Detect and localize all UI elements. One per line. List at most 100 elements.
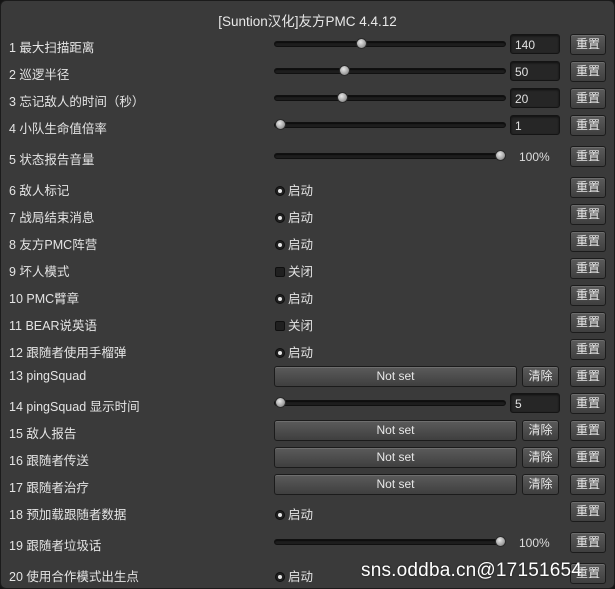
toggle-off-icon[interactable]	[275, 321, 285, 331]
slider-thumb[interactable]	[275, 119, 286, 130]
setting-label: 19 跟随者垃圾话	[9, 539, 102, 553]
volume-percent: 100%	[519, 150, 550, 164]
toggle-state-label: 启动	[288, 292, 314, 306]
keybind-button[interactable]: Not set	[274, 447, 517, 468]
setting-toggle[interactable]: 关闭	[275, 315, 313, 334]
setting-slider[interactable]	[274, 60, 506, 82]
clear-button[interactable]: 清除	[522, 366, 559, 387]
toggle-on-icon[interactable]	[275, 213, 285, 223]
toggle-on-icon[interactable]	[275, 186, 285, 196]
setting-label: 11 BEAR说英语	[9, 319, 97, 333]
setting-row: 12 跟随者使用手榴弹 启动 重置	[1, 336, 614, 363]
setting-slider[interactable]	[274, 33, 506, 55]
reset-button[interactable]: 重置	[570, 88, 606, 109]
setting-label: 17 跟随者治疗	[9, 481, 89, 495]
value-input[interactable]: 50	[510, 61, 560, 81]
setting-row: 9 坏人模式 关闭 重置	[1, 255, 614, 282]
toggle-on-icon[interactable]	[275, 572, 285, 582]
setting-toggle[interactable]: 启动	[275, 207, 313, 226]
reset-button[interactable]: 重置	[570, 312, 606, 333]
reset-button[interactable]: 重置	[570, 115, 606, 136]
reset-button[interactable]: 重置	[570, 146, 606, 167]
setting-row: 8 友方PMC阵营 启动 重置	[1, 228, 614, 255]
toggle-on-icon[interactable]	[275, 240, 285, 250]
toggle-on-icon[interactable]	[275, 348, 285, 358]
setting-row: 17 跟随者治疗 Not set 清除 重置	[1, 471, 614, 498]
reset-button[interactable]: 重置	[570, 285, 606, 306]
reset-button[interactable]: 重置	[570, 339, 606, 360]
toggle-state-label: 关闭	[288, 319, 314, 333]
value-input[interactable]: 20	[510, 88, 560, 108]
reset-button[interactable]: 重置	[570, 61, 606, 82]
clear-button[interactable]: 清除	[522, 474, 559, 495]
toggle-off-icon[interactable]	[275, 267, 285, 277]
setting-toggle[interactable]: 启动	[275, 180, 313, 199]
setting-toggle[interactable]: 启动	[275, 342, 313, 361]
setting-row: 14 pingSquad 显示时间 5 重置	[1, 390, 614, 417]
setting-slider[interactable]	[274, 114, 506, 136]
value-input[interactable]: 140	[510, 34, 560, 54]
value-input[interactable]: 5	[510, 393, 560, 413]
setting-slider[interactable]	[274, 392, 506, 414]
slider-thumb[interactable]	[336, 92, 348, 103]
keybind-button[interactable]: Not set	[274, 474, 517, 495]
setting-row: 15 敌人报告 Not set 清除 重置	[1, 417, 614, 444]
slider-thumb[interactable]	[275, 397, 286, 408]
setting-toggle[interactable]: 启动	[275, 234, 313, 253]
slider-track[interactable]	[274, 122, 506, 128]
reset-button[interactable]: 重置	[570, 177, 606, 198]
slider-track[interactable]	[274, 41, 506, 47]
setting-slider[interactable]	[274, 145, 506, 167]
slider-thumb[interactable]	[338, 65, 350, 76]
reset-button[interactable]: 重置	[570, 393, 606, 414]
reset-button[interactable]: 重置	[570, 231, 606, 252]
reset-button[interactable]: 重置	[570, 501, 606, 522]
keybind-button[interactable]: Not set	[274, 420, 517, 441]
toggle-state-label: 启动	[288, 508, 314, 522]
slider-track[interactable]	[274, 95, 506, 101]
setting-label: 12 跟随者使用手榴弹	[9, 346, 127, 360]
toggle-on-icon[interactable]	[275, 294, 285, 304]
toggle-state-label: 启动	[288, 346, 314, 360]
reset-button[interactable]: 重置	[570, 204, 606, 225]
clear-button[interactable]: 清除	[522, 447, 559, 468]
slider-thumb[interactable]	[356, 38, 368, 49]
setting-toggle[interactable]: 启动	[275, 504, 313, 523]
setting-label: 18 预加载跟随者数据	[9, 508, 127, 522]
setting-label: 16 跟随者传送	[9, 454, 89, 468]
slider-thumb[interactable]	[495, 536, 506, 547]
slider-track[interactable]	[274, 68, 506, 74]
setting-toggle[interactable]: 启动	[275, 566, 313, 585]
toggle-state-label: 启动	[288, 238, 314, 252]
setting-row: 2 巡逻半径 50 重置	[1, 58, 614, 85]
value-input[interactable]: 1	[510, 115, 560, 135]
setting-label: 20 使用合作模式出生点	[9, 570, 139, 584]
setting-row: 1 最大扫描距离 140 重置	[1, 31, 614, 58]
reset-button[interactable]: 重置	[570, 420, 606, 441]
setting-row: 7 战局结束消息 启动 重置	[1, 201, 614, 228]
reset-button[interactable]: 重置	[570, 532, 606, 553]
slider-thumb[interactable]	[495, 150, 506, 161]
toggle-on-icon[interactable]	[275, 510, 285, 520]
reset-button[interactable]: 重置	[570, 258, 606, 279]
setting-row: 10 PMC臂章 启动 重置	[1, 282, 614, 309]
slider-track[interactable]	[274, 153, 506, 159]
reset-button[interactable]: 重置	[570, 474, 606, 495]
setting-label: 1 最大扫描距离	[9, 41, 95, 55]
reset-button[interactable]: 重置	[570, 34, 606, 55]
reset-button[interactable]: 重置	[570, 447, 606, 468]
setting-label: 2 巡逻半径	[9, 68, 70, 82]
setting-toggle[interactable]: 启动	[275, 288, 313, 307]
setting-slider[interactable]	[274, 87, 506, 109]
clear-button[interactable]: 清除	[522, 420, 559, 441]
setting-label: 4 小队生命值倍率	[9, 122, 107, 136]
toggle-state-label: 关闭	[288, 265, 314, 279]
reset-button[interactable]: 重置	[570, 366, 606, 387]
slider-track[interactable]	[274, 400, 506, 406]
keybind-button[interactable]: Not set	[274, 366, 517, 387]
setting-toggle[interactable]: 关闭	[275, 261, 313, 280]
slider-track[interactable]	[274, 539, 506, 545]
setting-slider[interactable]	[274, 531, 506, 553]
toggle-state-label: 启动	[288, 570, 314, 584]
setting-row: 11 BEAR说英语 关闭 重置	[1, 309, 614, 336]
